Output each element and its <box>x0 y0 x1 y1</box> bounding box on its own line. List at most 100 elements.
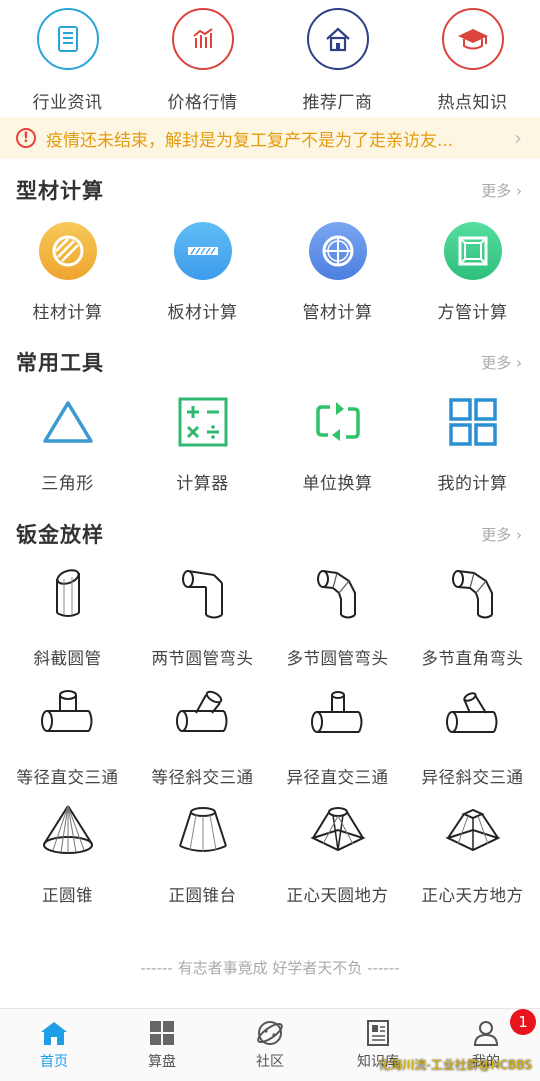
profile-item-pipe[interactable]: 管材计算 <box>270 222 405 323</box>
tool-item-triangle[interactable]: 三角形 <box>0 393 135 494</box>
tab-community[interactable]: 社区 <box>216 1009 324 1081</box>
frustum-icon <box>168 800 238 860</box>
tool-item-unit-convert[interactable]: 单位换算 <box>270 393 405 494</box>
sheet-item-reducing-tee[interactable]: 异径直交三通 <box>270 682 405 788</box>
item-label: 正心天圆地方 <box>286 886 389 905</box>
tools-grid: 三角形 计算器 单位换算 我的计算 <box>0 393 540 494</box>
home-tab-icon <box>40 1019 68 1047</box>
community-planet-icon <box>256 1019 284 1047</box>
chevron-right-icon: › <box>514 126 522 150</box>
item-label: 我的计算 <box>437 474 508 494</box>
notification-badge: 1 <box>510 1009 536 1035</box>
nav-hot-knowledge[interactable]: 热点知识 <box>405 8 540 113</box>
square-to-square-icon <box>438 800 508 860</box>
sheet-item-equal-tee[interactable]: 等径直交三通 <box>0 682 135 788</box>
sheet-grid-row-2: 等径直交三通 等径斜交三通 异径直交三通 异径斜交三通 <box>0 682 540 788</box>
watermark: 化海川流-工业社群@HCBBS <box>378 1058 532 1072</box>
sheet-item-square-to-square[interactable]: 正心天方地方 <box>405 800 540 906</box>
section-header-sheet: 钣金放样 更多 › <box>0 514 540 554</box>
profile-item-square-tube[interactable]: 方管计算 <box>405 222 540 323</box>
profile-item-plate[interactable]: 板材计算 <box>135 222 270 323</box>
notice-banner[interactable]: ! 疫情还未结束，解封是为复工复产不是为了走亲访友... › <box>0 117 540 159</box>
item-label: 单位换算 <box>302 474 373 494</box>
nav-industry-news[interactable]: 行业资讯 <box>0 8 135 113</box>
sheet-item-multi-segment-elbow[interactable]: 多节圆管弯头 <box>270 563 405 669</box>
knowledge-book-icon <box>364 1019 392 1047</box>
sheet-item-frustum[interactable]: 正圆锥台 <box>135 800 270 906</box>
equal-tee-icon <box>33 682 103 742</box>
notice-text: 疫情还未结束，解封是为复工复产不是为了走亲访友... <box>46 130 454 151</box>
cone-icon <box>33 800 103 860</box>
sheet-item-reducing-oblique-tee[interactable]: 异径斜交三通 <box>405 682 540 788</box>
more-link[interactable]: 更多 › <box>481 352 522 373</box>
sheet-item-equal-oblique-tee[interactable]: 等径斜交三通 <box>135 682 270 788</box>
tool-item-my-calc[interactable]: 我的计算 <box>405 393 540 494</box>
more-link[interactable]: 更多 › <box>481 180 522 201</box>
section-title: 常用工具 <box>16 351 104 375</box>
chevron-right-icon: › <box>516 353 522 372</box>
sheet-item-round-to-square[interactable]: 正心天圆地方 <box>270 800 405 906</box>
item-label: 多节直角弯头 <box>421 649 524 668</box>
tab-label: 社区 <box>256 1054 284 1070</box>
item-label: 多节圆管弯头 <box>286 649 389 668</box>
grid-icon <box>444 393 502 451</box>
multi-segment-elbow-icon <box>303 563 373 623</box>
oblique-cut-pipe-icon <box>33 563 103 623</box>
tool-item-calculator[interactable]: 计算器 <box>135 393 270 494</box>
section-header-profile: 型材计算 更多 › <box>0 170 540 210</box>
more-label: 更多 <box>481 525 512 544</box>
calculator-icon <box>174 393 232 451</box>
item-label: 正圆锥 <box>42 886 93 905</box>
sheet-grid-row-3: 正圆锥 正圆锥台 正心天圆地方 正心天方地方 <box>0 800 540 906</box>
item-label: 板材计算 <box>167 303 238 323</box>
pipe-icon <box>308 222 367 280</box>
item-label: 等径直交三通 <box>16 768 119 787</box>
more-label: 更多 <box>481 181 512 200</box>
more-link[interactable]: 更多 › <box>481 524 522 545</box>
square-tube-icon <box>443 222 502 280</box>
tab-label: 算盘 <box>148 1054 176 1070</box>
nav-price-trend[interactable]: 价格行情 <box>135 8 270 113</box>
item-label: 斜截圆管 <box>33 649 102 668</box>
home-icon <box>306 8 369 70</box>
user-icon <box>472 1019 500 1047</box>
sheet-item-cone[interactable]: 正圆锥 <box>0 800 135 906</box>
sheet-item-oblique-cut-pipe[interactable]: 斜截圆管 <box>0 563 135 669</box>
item-label: 异径直交三通 <box>286 768 389 787</box>
item-label: 等径斜交三通 <box>151 768 254 787</box>
chevron-right-icon: › <box>516 181 522 200</box>
item-label: 方管计算 <box>437 303 508 323</box>
item-label: 异径斜交三通 <box>421 768 524 787</box>
round-bar-icon <box>38 222 97 280</box>
item-label: 柱材计算 <box>32 303 103 323</box>
item-label: 三角形 <box>41 474 94 494</box>
tab-label: 首页 <box>40 1054 68 1070</box>
profile-item-round-bar[interactable]: 柱材计算 <box>0 222 135 323</box>
unit-convert-icon <box>309 393 367 451</box>
news-icon <box>36 8 99 70</box>
tab-abacus[interactable]: 算盘 <box>108 1009 216 1081</box>
nav-label: 推荐厂商 <box>302 93 373 113</box>
tab-home[interactable]: 首页 <box>0 1009 108 1081</box>
nav-label: 行业资讯 <box>32 93 103 113</box>
section-header-tools: 常用工具 更多 › <box>0 342 540 382</box>
sheet-item-two-segment-elbow[interactable]: 两节圆管弯头 <box>135 563 270 669</box>
item-label: 正圆锥台 <box>168 886 237 905</box>
chevron-right-icon: › <box>516 525 522 544</box>
sheet-grid-row-1: 斜截圆管 两节圆管弯头 多节圆管弯头 多节直角弯头 <box>0 563 540 669</box>
top-nav: 行业资讯 价格行情 推荐厂商 热点知识 <box>0 8 540 113</box>
nav-label: 热点知识 <box>437 93 508 113</box>
profile-grid: 柱材计算 板材计算 管材计算 方管计算 <box>0 222 540 323</box>
motto-text: ------ 有志者事竟成 好学者天不负 ------ <box>140 959 400 977</box>
price-chart-icon <box>171 8 234 70</box>
item-label: 管材计算 <box>302 303 373 323</box>
sheet-item-multi-segment-right-elbow[interactable]: 多节直角弯头 <box>405 563 540 669</box>
bottom-tab-bar: 首页 算盘 社区 知识库 我的 1 化海川流-工业社群@HCBBS <box>0 1008 540 1081</box>
plate-icon <box>173 222 232 280</box>
item-label: 正心天方地方 <box>421 886 524 905</box>
nav-label: 价格行情 <box>167 93 238 113</box>
item-label: 两节圆管弯头 <box>151 649 254 668</box>
item-label: 计算器 <box>176 474 229 494</box>
nav-recommended-vendors[interactable]: 推荐厂商 <box>270 8 405 113</box>
abacus-grid-icon <box>148 1019 176 1047</box>
